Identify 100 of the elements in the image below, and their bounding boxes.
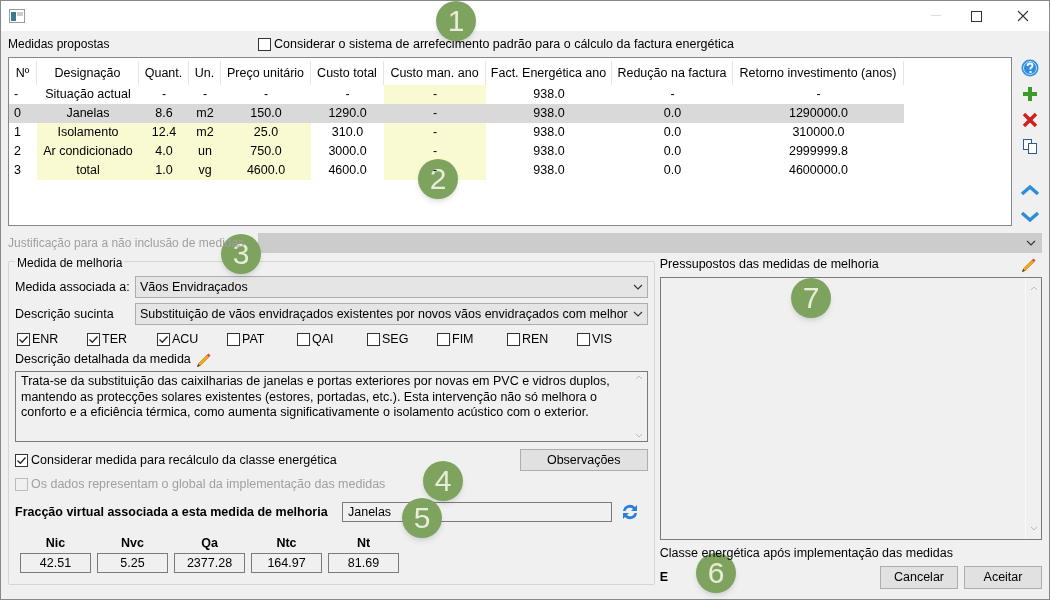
table-cell: 1.0 xyxy=(139,161,189,180)
add-icon[interactable] xyxy=(1022,86,1039,102)
table-cell-text: m2 xyxy=(195,105,215,123)
delete-icon[interactable] xyxy=(1022,112,1039,128)
table-cell-text: 310.0 xyxy=(330,124,365,142)
checkbox[interactable] xyxy=(17,332,30,346)
table-cell-text: - xyxy=(201,86,209,104)
checkbox[interactable] xyxy=(227,332,240,346)
dialog-button[interactable]: Cancelar xyxy=(880,565,958,589)
indicator-label: Qa xyxy=(201,535,218,551)
indicator-field: 81.69 xyxy=(328,553,399,573)
checkbox[interactable] xyxy=(258,37,271,51)
table-cell: vg xyxy=(189,161,221,180)
checkbox[interactable] xyxy=(297,332,310,346)
table-cell-text: 0.0 xyxy=(662,105,683,123)
callout-marker: 4 xyxy=(423,461,463,501)
table-cell-text: - xyxy=(344,86,351,104)
checkbox[interactable] xyxy=(437,332,450,346)
checkbox-label[interactable]: TER xyxy=(102,329,127,349)
summary-dropdown[interactable]: Substituição de vãos envidraçados existentes por novos vãos envidraçados com melhor xyxy=(135,303,648,325)
table-cell: total xyxy=(37,161,139,180)
field-label: Fracção virtual associada a esta medida de melhoria xyxy=(15,503,329,521)
table-cell: m2 xyxy=(189,123,221,142)
move-down-icon[interactable] xyxy=(1020,210,1041,224)
edit-icon[interactable] xyxy=(1020,256,1036,272)
checkbox[interactable] xyxy=(157,332,170,346)
copy-icon[interactable] xyxy=(1022,138,1039,154)
move-up-icon[interactable] xyxy=(1020,184,1041,198)
close-icon[interactable] xyxy=(1017,10,1029,22)
table-cell-text: 3 xyxy=(13,162,22,180)
dropdown-caret-icon xyxy=(632,311,643,317)
checkbox-label[interactable]: Considerar medida para recálculo da classe energética xyxy=(31,450,337,470)
checkbox[interactable] xyxy=(15,453,28,467)
section-label: Pressupostos das medidas de melhoria xyxy=(659,255,879,273)
checkbox-label[interactable]: SEG xyxy=(382,329,409,349)
table-cell-text: 2999999.8 xyxy=(787,143,850,161)
checkbox-label[interactable]: VIS xyxy=(592,329,613,349)
indicator-label: Nt xyxy=(356,535,371,551)
table-cell-text: - xyxy=(160,86,168,104)
checkbox-label[interactable]: ENR xyxy=(32,329,59,349)
indicator-field: 42.51 xyxy=(20,553,91,573)
checkbox-label[interactable]: QAI xyxy=(312,329,334,349)
table-cell-text: 0 xyxy=(13,105,22,123)
table-cell: 750.0 xyxy=(221,142,311,161)
indicator-field: 5.25 xyxy=(97,553,168,573)
table-cell: - xyxy=(384,85,486,104)
table-cell-text: 0.0 xyxy=(662,143,683,161)
table-cell-text: 938.0 xyxy=(532,162,566,180)
checkbox-label[interactable]: ACU xyxy=(172,329,199,349)
checkbox[interactable] xyxy=(87,332,100,346)
app-icon xyxy=(9,9,25,23)
table-cell-text: - xyxy=(262,86,270,104)
table-cell-text: 3000.0 xyxy=(327,143,368,161)
checkbox-label[interactable]: REN xyxy=(522,329,549,349)
field-label: Classe energética após implementação das medidas xyxy=(659,545,954,562)
checkbox[interactable] xyxy=(507,332,520,346)
table-cell: 12.4 xyxy=(139,123,189,142)
table-cell: - xyxy=(384,142,486,161)
selected-row[interactable]: 0 Janelas 8.6 m2 150.0 1290.0 - 938.0 0.0 1290000.0 xyxy=(9,104,904,123)
table-cell-text: Janelas xyxy=(65,105,111,123)
help-icon[interactable] xyxy=(1021,59,1040,77)
callout-marker: 7 xyxy=(791,278,831,318)
indicator-label: Ntc xyxy=(276,535,297,551)
observations-button[interactable]: Observações xyxy=(519,449,648,471)
checkbox[interactable] xyxy=(367,332,380,346)
field-label: Descrição detalhada da medida xyxy=(15,350,191,368)
table-cell-text: 2 xyxy=(13,143,22,161)
table-cell-text: 4600000.0 xyxy=(787,162,850,180)
table-cell: 4600.0 xyxy=(221,161,311,180)
dialog-button[interactable]: Aceitar xyxy=(964,565,1042,589)
indicator-label: Nic xyxy=(45,535,66,551)
maximize-icon[interactable] xyxy=(971,10,982,22)
energy-class-value: E xyxy=(659,568,669,586)
table-cell-text: 938.0 xyxy=(532,124,566,142)
table-cell-text: 310000.0 xyxy=(791,124,846,142)
indicator-field: 164.97 xyxy=(251,553,322,573)
associated-dropdown[interactable]: Vãos Envidraçados xyxy=(135,276,648,298)
table-cell: un xyxy=(189,142,221,161)
table-cell-text: 1290.0 xyxy=(327,105,368,123)
dropdown-caret-icon xyxy=(1026,240,1036,246)
table-cell-text: 1 xyxy=(13,124,22,142)
table-cell-text: 938.0 xyxy=(532,105,566,123)
table-cell: Isolamento xyxy=(37,123,139,142)
table-cell-text: 938.0 xyxy=(532,86,566,104)
refresh-icon[interactable] xyxy=(620,502,640,522)
section-label: Medidas propostas xyxy=(8,36,111,53)
table-cell-text: - xyxy=(815,86,822,104)
table-cell-text: 150.0 xyxy=(249,105,283,123)
indicator-label: Nvc xyxy=(121,535,144,551)
table-cell-text: - xyxy=(669,86,676,104)
checkbox-label[interactable]: FIM xyxy=(452,329,474,349)
checkbox-label[interactable]: PAT xyxy=(242,329,265,349)
table-cell: Ar condicionado xyxy=(37,142,139,161)
table-cell-text: 1290000.0 xyxy=(787,105,850,123)
field-label: Medida associada a: xyxy=(15,278,131,296)
field-label: Descrição sucinta xyxy=(15,305,115,323)
checkbox[interactable] xyxy=(577,332,590,346)
indicator-field: 2377.28 xyxy=(174,553,245,573)
edit-icon[interactable] xyxy=(194,351,211,367)
table-cell-text: 0.0 xyxy=(662,124,683,142)
